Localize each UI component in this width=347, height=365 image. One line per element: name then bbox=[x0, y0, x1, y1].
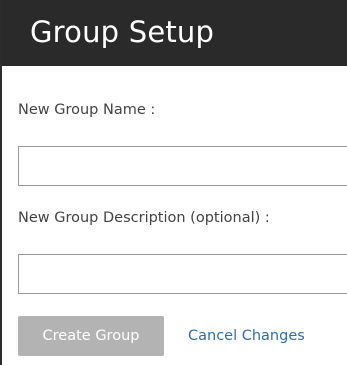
group-name-label: New Group Name : bbox=[18, 102, 156, 118]
group-setup-panel: Group Setup New Group Name : New Group D… bbox=[0, 0, 347, 365]
page-title: Group Setup bbox=[30, 15, 215, 49]
panel-header: Group Setup bbox=[2, 0, 347, 66]
group-description-label: New Group Description (optional) : bbox=[18, 210, 270, 226]
cancel-changes-link[interactable]: Cancel Changes bbox=[188, 316, 305, 356]
group-name-input[interactable] bbox=[18, 146, 347, 186]
create-group-button[interactable]: Create Group bbox=[18, 316, 164, 356]
group-description-input[interactable] bbox=[18, 254, 347, 294]
